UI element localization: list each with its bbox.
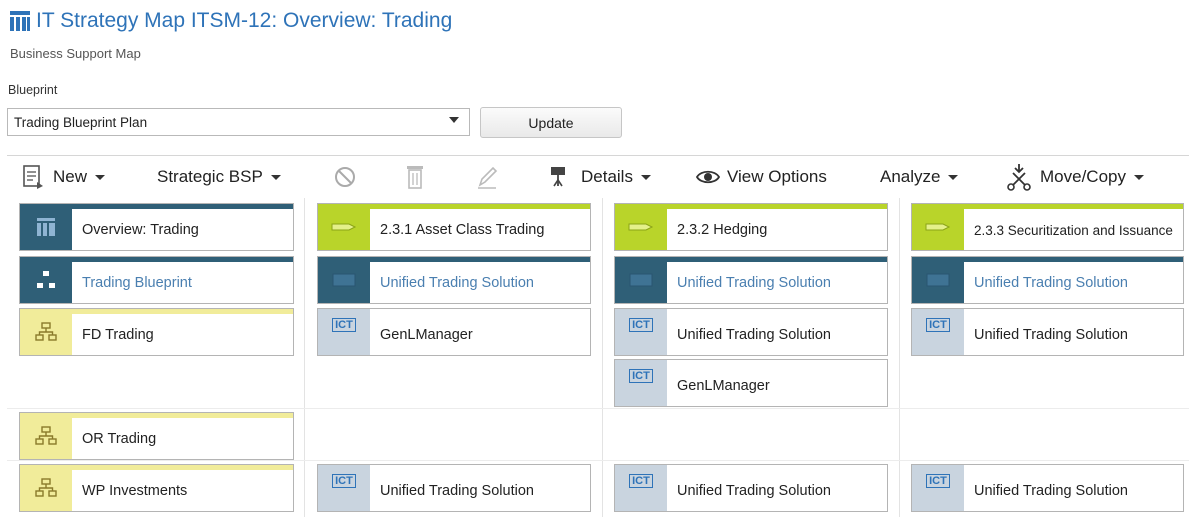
ict-icon: ICT [615, 465, 667, 511]
move-copy-menu-button[interactable]: Move/Copy [1004, 164, 1144, 191]
card-label: Trading Blueprint [82, 274, 192, 291]
tag-icon [615, 204, 667, 250]
card-label: OR Trading [82, 430, 157, 447]
map-card-capability[interactable]: 2.3.1 Asset Class Trading [317, 203, 591, 251]
update-button[interactable]: Update [480, 107, 622, 138]
ict-icon: ICT [615, 360, 667, 406]
strategy-map-icon [20, 204, 72, 250]
toolbar: New Strategic BSP Details View Options A… [7, 155, 1189, 197]
card-label: Unified Trading Solution [677, 274, 831, 291]
business-support-map-grid: Overview: Trading 2.3.1 Asset Class Trad… [7, 198, 1189, 517]
map-card-ict-system[interactable]: ICT Unified Trading Solution [317, 464, 591, 512]
card-label: Unified Trading Solution [380, 482, 534, 499]
ict-icon: ICT [318, 465, 370, 511]
ict-icon [912, 257, 964, 303]
scissors-icon [1007, 164, 1031, 191]
row-divider [7, 408, 1189, 409]
map-card-ict-system[interactable]: ICT Unified Trading Solution [614, 308, 888, 356]
map-card-org-unit[interactable]: FD Trading [19, 308, 294, 356]
map-card-solution[interactable]: Unified Trading Solution [911, 256, 1184, 304]
org-chart-icon [20, 309, 72, 355]
chevron-down-icon [449, 117, 459, 123]
card-label: FD Trading [82, 326, 154, 343]
card-label: GenLManager [677, 377, 770, 394]
ict-icon: ICT [912, 465, 964, 511]
page-title: IT Strategy Map ITSM-12: Overview: Tradi… [36, 9, 453, 32]
chevron-down-icon [1133, 174, 1144, 180]
map-card-ict-system[interactable]: ICT Unified Trading Solution [911, 308, 1184, 356]
analyze-label: Analyze [880, 167, 941, 186]
column-divider [304, 198, 305, 517]
move-copy-label: Move/Copy [1040, 167, 1126, 186]
trash-icon[interactable] [401, 163, 429, 191]
card-label: Unified Trading Solution [974, 326, 1128, 343]
org-chart-icon [20, 413, 72, 459]
view-options-button[interactable]: View Options [695, 164, 827, 190]
map-card-capability[interactable]: 2.3.2 Hedging [614, 203, 888, 251]
chevron-down-icon [270, 174, 281, 180]
card-label: Unified Trading Solution [677, 326, 831, 343]
card-label: Unified Trading Solution [380, 274, 534, 291]
card-label: GenLManager [380, 326, 473, 343]
row-divider [7, 460, 1189, 461]
card-label: Unified Trading Solution [677, 482, 831, 499]
view-options-label: View Options [727, 167, 827, 186]
map-card-solution[interactable]: Unified Trading Solution [317, 256, 591, 304]
card-label: Unified Trading Solution [974, 482, 1128, 499]
map-card-overview[interactable]: Overview: Trading [19, 203, 294, 251]
map-card-ict-system[interactable]: ICT GenLManager [614, 359, 888, 407]
block-icon[interactable] [331, 163, 359, 191]
card-label: WP Investments [82, 482, 188, 499]
card-label: 2.3.1 Asset Class Trading [380, 221, 545, 238]
column-divider [602, 198, 603, 517]
chevron-down-icon [948, 174, 959, 180]
title-row: IT Strategy Map ITSM-12: Overview: Tradi… [10, 6, 452, 36]
blueprint-select[interactable]: Trading Blueprint Plan [7, 108, 470, 136]
strategy-map-icon [10, 11, 30, 31]
ict-icon [318, 257, 370, 303]
blueprint-icon [20, 257, 72, 303]
tag-icon [318, 204, 370, 250]
column-divider [899, 198, 900, 517]
blueprint-label: Blueprint [8, 83, 58, 97]
card-label: Unified Trading Solution [974, 274, 1128, 291]
blueprint-select-value: Trading Blueprint Plan [14, 114, 148, 130]
map-card-solution[interactable]: Unified Trading Solution [614, 256, 888, 304]
card-label: 2.3.3 Securitization and Issuance [974, 222, 1173, 238]
ict-icon: ICT [615, 309, 667, 355]
map-card-capability[interactable]: 2.3.3 Securitization and Issuance [911, 203, 1184, 251]
map-card-blueprint[interactable]: Trading Blueprint [19, 256, 294, 304]
tag-icon [912, 204, 964, 250]
chevron-down-icon [95, 174, 106, 180]
map-card-org-unit[interactable]: OR Trading [19, 412, 294, 460]
map-card-ict-system[interactable]: ICT Unified Trading Solution [614, 464, 888, 512]
map-card-ict-system[interactable]: ICT Unified Trading Solution [911, 464, 1184, 512]
card-label: Overview: Trading [82, 221, 199, 238]
strategic-bsp-menu-button[interactable]: Strategic BSP [157, 164, 281, 190]
chevron-down-icon [640, 174, 651, 180]
ict-icon [615, 257, 667, 303]
details-label: Details [581, 167, 633, 186]
page-subtitle: Business Support Map [10, 46, 141, 61]
details-icon [551, 167, 565, 187]
eye-icon [695, 170, 721, 184]
map-card-ict-system[interactable]: ICT GenLManager [317, 308, 591, 356]
analyze-menu-button[interactable]: Analyze [880, 164, 959, 190]
ict-icon: ICT [912, 309, 964, 355]
pencil-icon[interactable] [473, 163, 501, 191]
new-label: New [53, 167, 88, 186]
card-label: 2.3.2 Hedging [677, 221, 768, 238]
org-chart-icon [20, 465, 72, 511]
map-card-org-unit[interactable]: WP Investments [19, 464, 294, 512]
ict-icon: ICT [318, 309, 370, 355]
strategic-bsp-label: Strategic BSP [157, 167, 263, 186]
new-document-icon [23, 165, 43, 189]
details-menu-button[interactable]: Details [547, 164, 651, 190]
new-menu-button[interactable]: New [21, 164, 106, 190]
